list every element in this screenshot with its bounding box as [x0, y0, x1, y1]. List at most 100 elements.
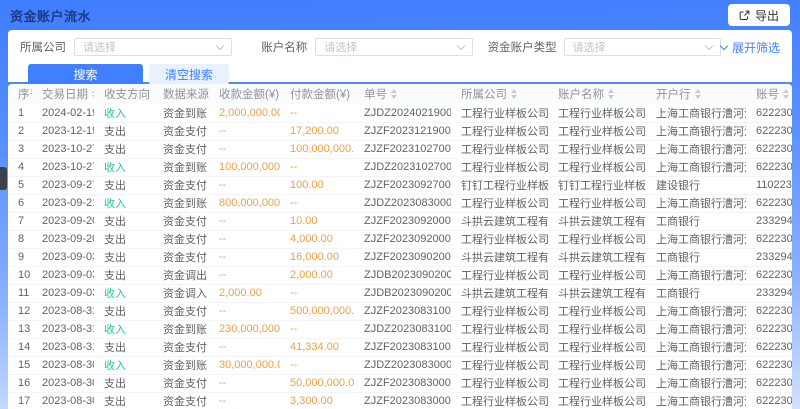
chevron-down-icon: [705, 42, 713, 50]
chevron-down-icon: [216, 42, 224, 50]
company-select[interactable]: 请选择: [74, 38, 232, 56]
cell-payment-amount: 500,000,000.00: [280, 302, 354, 320]
cell-account-no: 622230111: [746, 320, 792, 338]
column-label: 收款金额(¥): [219, 89, 279, 101]
cell-date: 2023-09-03: [32, 248, 94, 266]
cell-receipt-amount: --: [209, 212, 280, 230]
table-row: 102023-09-03支出资金调出--2,000.00ZJDB20230902…: [8, 266, 792, 284]
cell-receipt-amount: 100,000,000.00: [209, 158, 280, 176]
cell-no: 12: [8, 302, 32, 320]
column-label: 开户行: [656, 89, 691, 101]
cell-source: 资金到账: [153, 158, 209, 176]
cell-company: 工程行业样板公司: [451, 230, 548, 248]
column-header-order-no[interactable]: 单号: [354, 84, 451, 104]
table-row: 72023-09-20支出资金支付--10.00ZJZF20230920002斗…: [8, 212, 792, 230]
cell-company: 工程行业样板公司: [451, 122, 548, 140]
cell-company: 工程行业样板公司: [451, 266, 548, 284]
cell-account-name: 斗拱云建筑工程有限公司: [548, 248, 646, 266]
cell-company: 工程行业样板公司: [451, 356, 548, 374]
account-type-select[interactable]: 请选择: [564, 38, 721, 56]
cell-direction: 支出: [94, 230, 153, 248]
table-row: 52023-09-27支出资金支付--100.00ZJZF20230927001…: [8, 176, 792, 194]
cell-bank: 工商银行: [646, 212, 746, 230]
cell-direction: 收入: [94, 356, 153, 374]
column-label: 收支方向: [104, 89, 150, 101]
column-header-account-name[interactable]: 账户名称: [548, 84, 646, 104]
search-button[interactable]: 搜索: [28, 64, 143, 85]
cell-direction: 支出: [94, 266, 153, 284]
cell-receipt-amount: 2,000,000.00: [209, 104, 280, 122]
cell-account-no: 622230111: [746, 356, 792, 374]
column-header-account-no[interactable]: 账号: [746, 84, 792, 104]
cell-no: 10: [8, 266, 32, 284]
cell-receipt-amount: 30,000,000.00: [209, 356, 280, 374]
cell-receipt-amount: --: [209, 176, 280, 194]
cell-no: 16: [8, 374, 32, 392]
cell-direction: 收入: [94, 320, 153, 338]
cell-company: 工程行业样板公司: [451, 338, 548, 356]
cell-source: 资金支付: [153, 248, 209, 266]
table-row: 122023-08-31支出资金支付--500,000,000.00ZJZF20…: [8, 302, 792, 320]
cell-order-no: ZJZF20230920002: [354, 212, 451, 230]
cell-account-name: 工程行业样板公司: [548, 140, 646, 158]
cell-source: 资金支付: [153, 302, 209, 320]
column-header-company[interactable]: 所属公司: [451, 84, 548, 104]
cell-no: 14: [8, 338, 32, 356]
column-label: 所属公司: [461, 89, 507, 101]
column-header-receipt[interactable]: 收款金额(¥): [209, 84, 280, 104]
cell-account-no: 622230111: [746, 266, 792, 284]
cell-no: 7: [8, 212, 32, 230]
cell-account-name: 钉钉工程行业样板间: [548, 176, 646, 194]
column-header-source[interactable]: 数据来源: [153, 84, 209, 104]
cell-account-no: 622230111: [746, 194, 792, 212]
cell-account-no: 622230111: [746, 140, 792, 158]
cell-account-name: 工程行业样板公司: [548, 122, 646, 140]
side-drawer-handle[interactable]: [0, 167, 7, 190]
sort-icon[interactable]: [92, 89, 94, 99]
sort-icon[interactable]: [391, 89, 397, 99]
cell-payment-amount: --: [280, 194, 354, 212]
column-label: 账号: [756, 89, 779, 101]
account-name-select[interactable]: 请选择: [315, 38, 472, 56]
expand-filters-link[interactable]: 展开筛选: [721, 39, 780, 56]
top-bar: 资金账户流水 导出: [0, 0, 800, 30]
sort-icon[interactable]: [511, 89, 517, 99]
cell-company: 工程行业样板公司: [451, 320, 548, 338]
cell-no: 4: [8, 158, 32, 176]
sort-icon[interactable]: [783, 89, 789, 99]
cell-date: 2023-09-20: [32, 212, 94, 230]
cell-payment-amount: --: [280, 284, 354, 302]
cell-source: 资金支付: [153, 338, 209, 356]
column-header-direction[interactable]: 收支方向: [94, 84, 153, 104]
column-header-no: 序号: [8, 84, 32, 104]
cell-direction: 支出: [94, 338, 153, 356]
cell-no: 11: [8, 284, 32, 302]
cell-payment-amount: --: [280, 104, 354, 122]
clear-search-button[interactable]: 清空搜索: [149, 64, 229, 85]
sort-icon[interactable]: [608, 89, 614, 99]
sort-icon[interactable]: [695, 89, 701, 99]
cell-direction: 支出: [94, 212, 153, 230]
export-label: 导出: [755, 7, 779, 24]
cell-payment-amount: 17,200.00: [280, 122, 354, 140]
flow-table-card: 序号交易日期收支方向数据来源收款金额(¥)付款金额(¥)单号所属公司 账户名称开户…: [8, 84, 792, 409]
cell-bank: 上海工商银行漕河泾支行: [646, 266, 746, 284]
cell-date: 2023-08-30: [32, 374, 94, 392]
table-row: 132023-08-31收入资金到账230,000,000.00--ZJDZ20…: [8, 320, 792, 338]
cell-receipt-amount: --: [209, 302, 280, 320]
column-header-bank[interactable]: 开户行: [646, 84, 746, 104]
cell-account-no: 622230111: [746, 122, 792, 140]
cell-account-name: 工程行业样板公司: [548, 338, 646, 356]
table-row: 32023-10-27支出资金支付--100,000,000.00ZJZF202…: [8, 140, 792, 158]
export-button[interactable]: 导出: [728, 4, 790, 26]
cell-date: 2023-08-31: [32, 320, 94, 338]
column-header-date[interactable]: 交易日期: [32, 84, 94, 104]
cell-account-name: 斗拱云建筑工程有限公司: [548, 212, 646, 230]
cell-source: 资金支付: [153, 392, 209, 409]
cell-direction: 支出: [94, 374, 153, 392]
cell-account-no: 233294894: [746, 284, 792, 302]
cell-bank: 上海工商银行漕河泾支行: [646, 356, 746, 374]
cell-source: 资金支付: [153, 176, 209, 194]
cell-account-no: 110223825: [746, 176, 792, 194]
column-header-payment[interactable]: 付款金额(¥): [280, 84, 354, 104]
